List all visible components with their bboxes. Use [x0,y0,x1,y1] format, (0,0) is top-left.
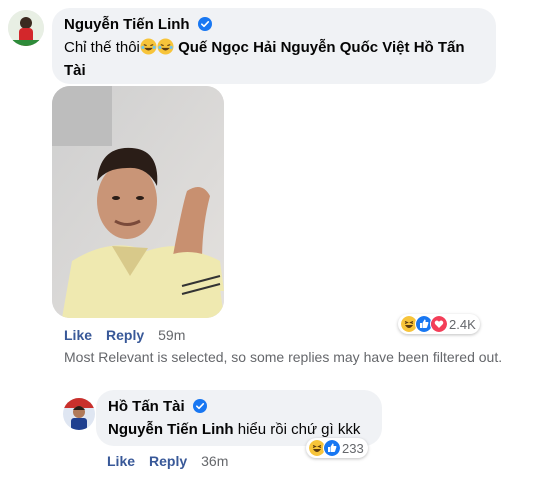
verified-badge-icon [198,17,213,31]
comment-reactions[interactable]: 2.4K [398,314,480,334]
like-icon [323,439,341,457]
love-icon [430,315,448,333]
reply-like-button[interactable]: Like [107,453,135,469]
comment-reply-button[interactable]: Reply [106,327,144,343]
comment-timestamp[interactable]: 59m [158,327,185,343]
mention-nguyen-quoc-viet[interactable]: Nguyễn Quốc Việt [281,39,410,56]
mention-nguyen-tien-linh[interactable]: Nguyễn Tiến Linh [108,421,234,438]
comment-like-button[interactable]: Like [64,327,92,343]
comment-actions: Like Reply 59m [64,327,185,343]
mention-que-ngoc-hai[interactable]: Quế Ngọc Hải [178,39,276,56]
reply-author-name[interactable]: Hồ Tấn Tài [108,398,185,415]
reply-reactions[interactable]: 233 [306,438,368,458]
verified-badge-icon [193,399,208,413]
reply-reply-button[interactable]: Reply [149,453,187,469]
reply-reaction-count: 233 [342,440,364,456]
rolling-laughing-emoji-icon [157,38,174,61]
comment-reaction-count: 2.4K [449,316,476,332]
reply-text: Nguyễn Tiến Linh hiểu rồi chứ gì kkk [108,420,360,440]
comment-bubble: Nguyễn Tiến Linh Chỉ thế thôi Quế Ngọc H… [52,8,496,84]
reply-actions: Like Reply 36m [107,453,228,469]
comment-photo[interactable] [52,86,224,318]
reply-timestamp[interactable]: 36m [201,453,228,469]
rolling-laughing-emoji-icon [140,38,157,61]
reply-body: hiểu rồi chứ gì kkk [237,421,361,438]
comment-body: Chỉ thế thôi [64,39,140,56]
comment-author-name[interactable]: Nguyễn Tiến Linh [64,16,190,33]
comment-text: Chỉ thế thôi Quế Ngọc Hải Nguyễn Quốc Vi… [64,38,489,81]
filter-notice: Most Relevant is selected, so some repli… [64,349,503,365]
comment-author-avatar[interactable] [8,10,44,46]
reply-author-avatar[interactable] [63,398,95,430]
